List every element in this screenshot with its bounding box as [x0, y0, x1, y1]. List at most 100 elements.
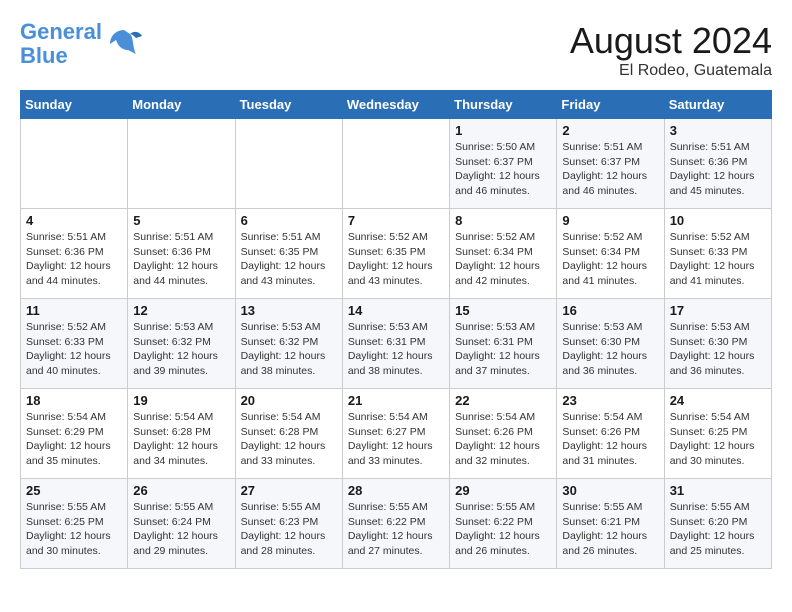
day-info: Sunrise: 5:55 AMSunset: 6:21 PMDaylight:… [562, 500, 658, 559]
day-info: Sunrise: 5:54 AMSunset: 6:29 PMDaylight:… [26, 410, 122, 469]
day-number: 22 [455, 393, 551, 408]
day-number: 27 [241, 483, 337, 498]
day-info: Sunrise: 5:53 AMSunset: 6:31 PMDaylight:… [348, 320, 444, 379]
calendar-cell: 23Sunrise: 5:54 AMSunset: 6:26 PMDayligh… [557, 389, 664, 479]
title-block: August 2024 El Rodeo, Guatemala [570, 20, 772, 80]
day-number: 11 [26, 303, 122, 318]
calendar-cell: 19 Sunrise: 5:54 AMSunset: 6:28 PMDayligh… [128, 389, 235, 479]
calendar-cell: 3 Sunrise: 5:51 AMSunset: 6:36 PMDaylight… [664, 119, 771, 209]
calendar-cell: 4Sunrise: 5:51 AMSunset: 6:36 PMDaylight… [21, 209, 128, 299]
day-number: 14 [348, 303, 444, 318]
calendar-cell: 27Sunrise: 5:55 AMSunset: 6:23 PMDayligh… [235, 479, 342, 569]
day-number: 28 [348, 483, 444, 498]
calendar-table: SundayMondayTuesdayWednesdayThursdayFrid… [20, 90, 772, 569]
day-number: 25 [26, 483, 122, 498]
day-info: Sunrise: 5:53 AMSunset: 6:30 PMDaylight:… [562, 320, 658, 379]
month-title: August 2024 [570, 20, 772, 62]
calendar-cell: 22 Sunrise: 5:54 AMSunset: 6:26 PMDayligh… [450, 389, 557, 479]
day-number: 19 [133, 393, 229, 408]
day-info: Sunrise: 5:54 AMSunset: 6:28 PMDaylight:… [133, 410, 229, 469]
day-info: Sunrise: 5:51 AMSunset: 6:36 PMDaylight:… [670, 140, 766, 199]
day-info: Sunrise: 5:52 AMSunset: 6:34 PMDaylight:… [562, 230, 658, 289]
day-info: Sunrise: 5:52 AMSunset: 6:33 PMDaylight:… [670, 230, 766, 289]
weekday-header-friday: Friday [557, 91, 664, 119]
day-number: 2 [562, 123, 658, 138]
day-info: Sunrise: 5:54 AMSunset: 6:28 PMDaylight:… [241, 410, 337, 469]
day-info: Sunrise: 5:53 AMSunset: 6:32 PMDaylight:… [133, 320, 229, 379]
week-row-2: 4Sunrise: 5:51 AMSunset: 6:36 PMDaylight… [21, 209, 772, 299]
day-number: 13 [241, 303, 337, 318]
day-number: 5 [133, 213, 229, 228]
calendar-cell: 26 Sunrise: 5:55 AMSunset: 6:24 PMDayligh… [128, 479, 235, 569]
week-row-3: 11 Sunrise: 5:52 AMSunset: 6:33 PMDayligh… [21, 299, 772, 389]
day-number: 26 [133, 483, 229, 498]
calendar-cell: 11 Sunrise: 5:52 AMSunset: 6:33 PMDayligh… [21, 299, 128, 389]
calendar-cell: 5Sunrise: 5:51 AMSunset: 6:36 PMDaylight… [128, 209, 235, 299]
calendar-cell [235, 119, 342, 209]
day-number: 30 [562, 483, 658, 498]
day-info: Sunrise: 5:53 AMSunset: 6:30 PMDaylight:… [670, 320, 766, 379]
day-number: 21 [348, 393, 444, 408]
calendar-cell: 18Sunrise: 5:54 AMSunset: 6:29 PMDayligh… [21, 389, 128, 479]
day-info: Sunrise: 5:54 AMSunset: 6:25 PMDaylight:… [670, 410, 766, 469]
logo: General Blue [20, 20, 142, 68]
calendar-cell: 20 Sunrise: 5:54 AMSunset: 6:28 PMDayligh… [235, 389, 342, 479]
day-number: 16 [562, 303, 658, 318]
day-info: Sunrise: 5:54 AMSunset: 6:27 PMDaylight:… [348, 410, 444, 469]
day-number: 23 [562, 393, 658, 408]
week-row-1: 1 Sunrise: 5:50 AMSunset: 6:37 PMDaylight… [21, 119, 772, 209]
weekday-header-thursday: Thursday [450, 91, 557, 119]
day-info: Sunrise: 5:51 AMSunset: 6:35 PMDaylight:… [241, 230, 337, 289]
calendar-cell [128, 119, 235, 209]
calendar-cell: 17Sunrise: 5:53 AMSunset: 6:30 PMDayligh… [664, 299, 771, 389]
day-number: 24 [670, 393, 766, 408]
calendar-cell: 21 Sunrise: 5:54 AMSunset: 6:27 PMDayligh… [342, 389, 449, 479]
day-number: 15 [455, 303, 551, 318]
day-info: Sunrise: 5:52 AMSunset: 6:33 PMDaylight:… [26, 320, 122, 379]
day-info: Sunrise: 5:55 AMSunset: 6:22 PMDaylight:… [348, 500, 444, 559]
calendar-cell: 16 Sunrise: 5:53 AMSunset: 6:30 PMDayligh… [557, 299, 664, 389]
day-number: 7 [348, 213, 444, 228]
day-info: Sunrise: 5:55 AMSunset: 6:22 PMDaylight:… [455, 500, 551, 559]
day-info: Sunrise: 5:50 AMSunset: 6:37 PMDaylight:… [455, 140, 551, 199]
week-row-5: 25 Sunrise: 5:55 AMSunset: 6:25 PMDayligh… [21, 479, 772, 569]
calendar-cell: 29 Sunrise: 5:55 AMSunset: 6:22 PMDayligh… [450, 479, 557, 569]
day-info: Sunrise: 5:55 AMSunset: 6:20 PMDaylight:… [670, 500, 766, 559]
day-number: 31 [670, 483, 766, 498]
day-number: 1 [455, 123, 551, 138]
calendar-cell: 6 Sunrise: 5:51 AMSunset: 6:35 PMDaylight… [235, 209, 342, 299]
calendar-cell: 28 Sunrise: 5:55 AMSunset: 6:22 PMDayligh… [342, 479, 449, 569]
weekday-header-tuesday: Tuesday [235, 91, 342, 119]
day-info: Sunrise: 5:55 AMSunset: 6:24 PMDaylight:… [133, 500, 229, 559]
weekday-header-saturday: Saturday [664, 91, 771, 119]
day-info: Sunrise: 5:55 AMSunset: 6:25 PMDaylight:… [26, 500, 122, 559]
calendar-cell: 24 Sunrise: 5:54 AMSunset: 6:25 PMDayligh… [664, 389, 771, 479]
day-number: 20 [241, 393, 337, 408]
weekday-header-monday: Monday [128, 91, 235, 119]
calendar-cell: 7Sunrise: 5:52 AMSunset: 6:35 PMDaylight… [342, 209, 449, 299]
location: El Rodeo, Guatemala [570, 62, 772, 80]
weekday-header-sunday: Sunday [21, 91, 128, 119]
day-info: Sunrise: 5:53 AMSunset: 6:31 PMDaylight:… [455, 320, 551, 379]
day-number: 3 [670, 123, 766, 138]
logo-bird-icon [106, 26, 142, 62]
calendar-cell [342, 119, 449, 209]
calendar-cell: 30 Sunrise: 5:55 AMSunset: 6:21 PMDayligh… [557, 479, 664, 569]
day-number: 29 [455, 483, 551, 498]
day-number: 8 [455, 213, 551, 228]
day-number: 12 [133, 303, 229, 318]
calendar-cell: 13Sunrise: 5:53 AMSunset: 6:32 PMDayligh… [235, 299, 342, 389]
day-info: Sunrise: 5:54 AMSunset: 6:26 PMDaylight:… [455, 410, 551, 469]
day-number: 6 [241, 213, 337, 228]
calendar-cell: 14 Sunrise: 5:53 AMSunset: 6:31 PMDayligh… [342, 299, 449, 389]
calendar-cell: 25 Sunrise: 5:55 AMSunset: 6:25 PMDayligh… [21, 479, 128, 569]
day-number: 9 [562, 213, 658, 228]
calendar-cell: 10Sunrise: 5:52 AMSunset: 6:33 PMDayligh… [664, 209, 771, 299]
weekday-header-wednesday: Wednesday [342, 91, 449, 119]
week-row-4: 18Sunrise: 5:54 AMSunset: 6:29 PMDayligh… [21, 389, 772, 479]
day-info: Sunrise: 5:52 AMSunset: 6:34 PMDaylight:… [455, 230, 551, 289]
calendar-cell: 9 Sunrise: 5:52 AMSunset: 6:34 PMDaylight… [557, 209, 664, 299]
calendar-cell: 12 Sunrise: 5:53 AMSunset: 6:32 PMDayligh… [128, 299, 235, 389]
calendar-cell: 31 Sunrise: 5:55 AMSunset: 6:20 PMDayligh… [664, 479, 771, 569]
calendar-cell: 8 Sunrise: 5:52 AMSunset: 6:34 PMDaylight… [450, 209, 557, 299]
